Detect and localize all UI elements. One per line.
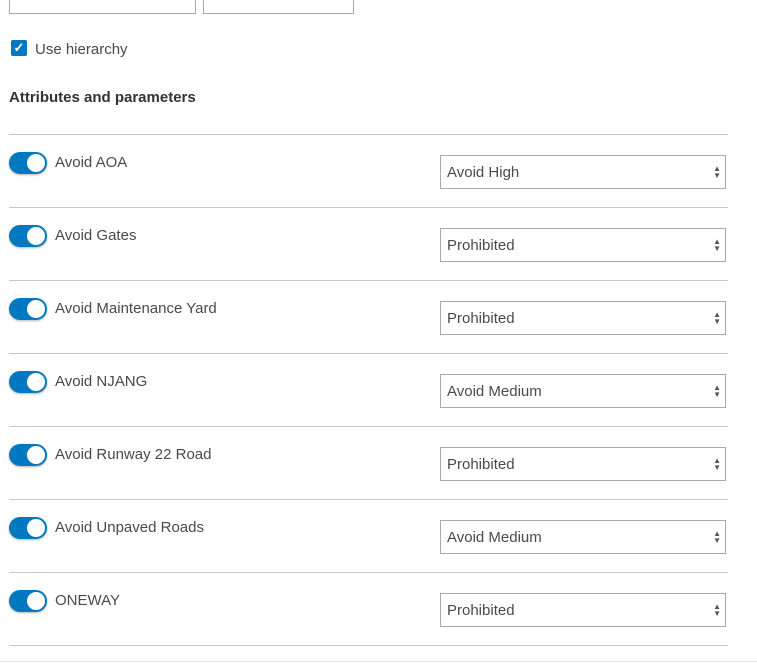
top-input-left[interactable] [9, 0, 196, 14]
attribute-row: Avoid Maintenance Yard Prohibited ▲ ▼ [0, 281, 757, 354]
select-arrows-icon: ▲ ▼ [713, 164, 721, 180]
use-hierarchy-checkbox[interactable]: ✓ [11, 40, 27, 56]
attribute-parameter-select[interactable]: Avoid High ▲ ▼ [440, 155, 726, 189]
attribute-name: Avoid Runway 22 Road [55, 446, 212, 463]
toggle-knob [27, 519, 45, 537]
select-value: Avoid Medium [447, 529, 542, 546]
toggle-knob [27, 227, 45, 245]
attribute-toggle[interactable] [9, 225, 47, 247]
top-input-right[interactable] [203, 0, 354, 14]
select-arrows-icon: ▲ ▼ [713, 383, 721, 399]
attribute-row: Avoid Runway 22 Road Prohibited ▲ ▼ [0, 427, 757, 500]
attribute-parameter-select[interactable]: Prohibited ▲ ▼ [440, 301, 726, 335]
attribute-parameter-select[interactable]: Prohibited ▲ ▼ [440, 593, 726, 627]
attribute-parameter-select[interactable]: Avoid Medium ▲ ▼ [440, 374, 726, 408]
section-title: Attributes and parameters [9, 89, 196, 106]
select-arrows-icon: ▲ ▼ [713, 310, 721, 326]
attribute-name: Avoid Unpaved Roads [55, 519, 204, 536]
divider [9, 645, 728, 646]
attribute-name: Avoid NJANG [55, 373, 148, 390]
select-value: Prohibited [447, 602, 515, 619]
attribute-row: Avoid Gates Prohibited ▲ ▼ [0, 208, 757, 281]
attribute-name: Avoid AOA [55, 154, 128, 171]
select-arrows-icon: ▲ ▼ [713, 237, 721, 253]
attribute-row: Avoid NJANG Avoid Medium ▲ ▼ [0, 354, 757, 427]
select-arrows-icon: ▲ ▼ [713, 529, 721, 545]
select-value: Prohibited [447, 310, 515, 327]
select-arrows-icon: ▲ ▼ [713, 456, 721, 472]
attribute-row: Avoid AOA Avoid High ▲ ▼ [0, 135, 757, 208]
attribute-toggle[interactable] [9, 152, 47, 174]
use-hierarchy-label: Use hierarchy [35, 41, 128, 58]
select-value: Avoid High [447, 164, 520, 181]
toggle-knob [27, 446, 45, 464]
attribute-name: Avoid Gates [55, 227, 137, 244]
attribute-toggle[interactable] [9, 298, 47, 320]
toggle-knob [27, 300, 45, 318]
select-value: Prohibited [447, 237, 515, 254]
select-arrows-icon: ▲ ▼ [713, 602, 721, 618]
attribute-parameter-select[interactable]: Prohibited ▲ ▼ [440, 447, 726, 481]
attribute-toggle[interactable] [9, 590, 47, 612]
toggle-knob [27, 592, 45, 610]
toggle-knob [27, 154, 45, 172]
attribute-toggle[interactable] [9, 371, 47, 393]
attribute-toggle[interactable] [9, 444, 47, 466]
attribute-row: ONEWAY Prohibited ▲ ▼ [0, 573, 757, 646]
bottom-border [0, 661, 757, 662]
attribute-parameter-select[interactable]: Avoid Medium ▲ ▼ [440, 520, 726, 554]
select-value: Avoid Medium [447, 383, 542, 400]
attribute-parameter-select[interactable]: Prohibited ▲ ▼ [440, 228, 726, 262]
attribute-name: Avoid Maintenance Yard [55, 300, 217, 317]
attribute-name: ONEWAY [55, 592, 121, 609]
toggle-knob [27, 373, 45, 391]
attribute-row: Avoid Unpaved Roads Avoid Medium ▲ ▼ [0, 500, 757, 573]
select-value: Prohibited [447, 456, 515, 473]
attribute-toggle[interactable] [9, 517, 47, 539]
